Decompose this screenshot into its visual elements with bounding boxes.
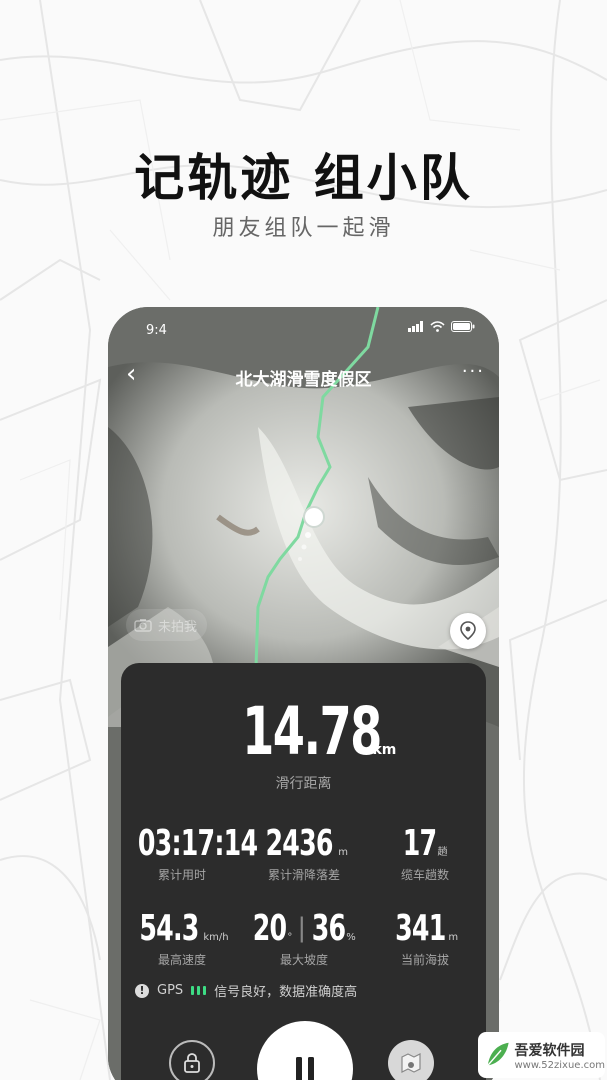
- watermark-url: www.52zixue.com: [514, 1059, 606, 1071]
- pause-button[interactable]: [257, 1021, 353, 1080]
- stat-unit: m: [338, 847, 348, 858]
- distance-readout: 14.78km: [121, 693, 486, 770]
- signal-icon: [408, 321, 423, 332]
- photo-chip-label: 未拍我: [158, 619, 198, 635]
- stat-max-slope: 20° | 36% 最大坡度: [243, 908, 365, 968]
- location-button[interactable]: [450, 613, 486, 649]
- status-time: 9:4: [146, 323, 167, 338]
- gps-status: ! GPS 信号良好，数据准确度高: [135, 981, 357, 1000]
- lock-icon: [184, 1053, 200, 1073]
- distance-value: 14.78: [241, 693, 382, 770]
- alert-icon: !: [135, 983, 149, 998]
- wifi-icon: [430, 321, 445, 332]
- stats-panel: 14.78km 滑行距离 03:17:14 累计用时 2436 m 累计滑降落差 …: [121, 663, 486, 1080]
- more-menu-button[interactable]: ···: [462, 361, 485, 382]
- stat-unit: 趟: [437, 847, 448, 858]
- map-icon: [401, 1053, 421, 1073]
- stat-total-time: 03:17:14 累计用时: [121, 823, 258, 883]
- stat-max-speed: 54.3 km/h 最高速度: [121, 908, 243, 968]
- stat-label: 最高速度: [157, 953, 206, 967]
- distance-label: 滑行距离: [275, 776, 332, 792]
- stat-unit: m: [448, 932, 459, 943]
- stat-value: 2436: [265, 823, 334, 864]
- leaf-logo-icon: [487, 1042, 509, 1066]
- map-pin-icon: [460, 621, 476, 641]
- pause-icon: [296, 1057, 314, 1080]
- stat-label: 缆车趟数: [400, 868, 449, 882]
- watermark-text: 吾爱软件园 www.52zixue.com: [515, 1040, 606, 1071]
- camera-icon: [134, 619, 152, 632]
- stat-altitude: 341 m 当前海拔: [364, 908, 486, 968]
- gps-signal-icon: [191, 986, 207, 995]
- gps-message: 信号良好，数据准确度高: [214, 985, 358, 1000]
- stat-label: 累计滑降落差: [267, 868, 340, 882]
- phone-mockup: 9:4 ‹ 北大湖滑雪度假区 ··· 未拍我 14.78km 滑行距离 03:1…: [108, 307, 499, 1080]
- stat-total-drop: 2436 m 累计滑降落差: [243, 823, 365, 883]
- watermark-badge: 吾爱软件园 www.52zixue.com: [478, 1032, 605, 1078]
- stat-unit-degrees: °: [287, 932, 293, 943]
- stat-lift-rides: 17趟 缆车趟数: [364, 823, 486, 883]
- battery-icon: [451, 321, 475, 332]
- lock-button[interactable]: [169, 1040, 215, 1080]
- stat-label: 当前海拔: [400, 953, 449, 967]
- promo-subline: 朋友组队一起滑: [212, 216, 395, 241]
- stat-value: 341: [394, 908, 446, 949]
- status-icons: [408, 321, 475, 332]
- stat-unit: km/h: [203, 932, 229, 943]
- photo-chip[interactable]: 未拍我: [126, 609, 208, 641]
- promo-headline: 记轨迹 组小队: [134, 149, 473, 207]
- stat-unit-percent: %: [346, 932, 356, 943]
- distance-unit: km: [372, 742, 397, 758]
- stat-value: 03:17:14: [137, 823, 258, 864]
- stat-divider: |: [297, 913, 307, 943]
- stat-value: 17: [403, 823, 437, 864]
- status-bar: 9:4: [108, 307, 499, 353]
- stat-label: 最大坡度: [279, 953, 328, 967]
- resort-title: 北大湖滑雪度假区: [235, 370, 372, 390]
- stat-value-percent: 36: [311, 908, 346, 949]
- watermark-title: 吾爱软件园: [514, 1042, 585, 1059]
- gps-title: GPS: [157, 983, 184, 998]
- stat-value-degrees: 20: [253, 908, 287, 949]
- nav-bar: ‹ 北大湖滑雪度假区 ···: [108, 355, 499, 395]
- stat-value: 54.3: [139, 908, 200, 949]
- stat-label: 累计用时: [157, 868, 206, 882]
- map-view-button[interactable]: [388, 1040, 434, 1080]
